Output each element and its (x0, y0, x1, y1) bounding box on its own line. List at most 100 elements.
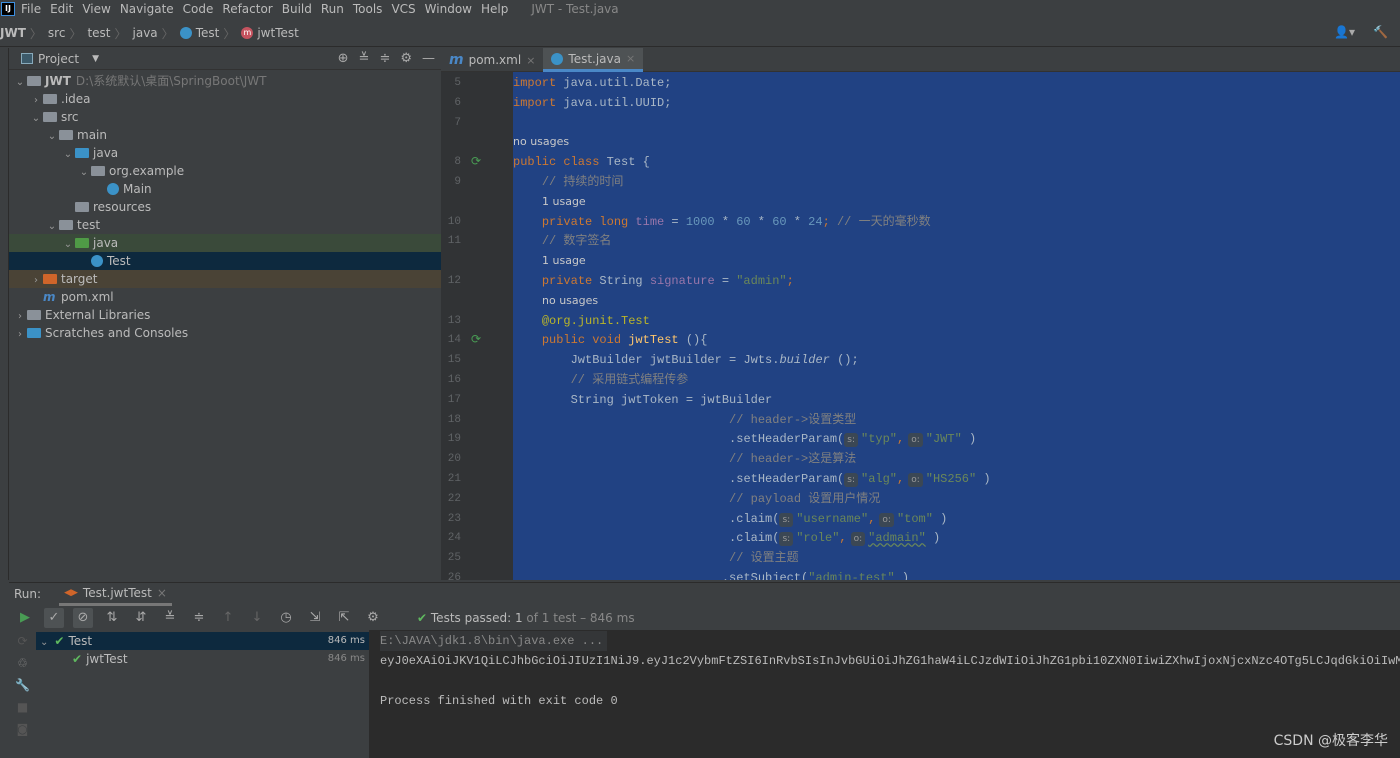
menu-run[interactable]: Run (321, 2, 344, 16)
run-test-icon[interactable]: ⟳ (471, 332, 481, 346)
menu-view[interactable]: View (82, 2, 110, 16)
test-node-test[interactable]: ⌄ ✔ Test 846 ms (36, 632, 369, 650)
gear-icon[interactable]: ⚙ (400, 51, 412, 66)
expand-all-icon[interactable]: ≚ (359, 51, 370, 66)
libraries-icon (27, 310, 41, 320)
usages-hint[interactable]: no usages (542, 291, 598, 311)
history-icon[interactable]: ◷ (276, 608, 296, 628)
rerun-icon[interactable]: ▶ (15, 608, 35, 628)
debug-icon[interactable]: ⟳ (17, 634, 27, 648)
sort-duration-icon[interactable]: ⇵ (131, 608, 151, 628)
close-icon[interactable]: × (526, 54, 535, 67)
menu-file[interactable]: File (21, 2, 41, 16)
restore-layout-icon[interactable]: ♲ (17, 656, 28, 670)
usages-hint[interactable]: no usages (513, 132, 569, 152)
menu-help[interactable]: Help (481, 2, 508, 16)
camera-icon[interactable]: ◙ (17, 722, 29, 736)
menu-vcs[interactable]: VCS (391, 2, 415, 16)
crumb-class[interactable]: Test (196, 26, 220, 40)
crumb-separator: 〉 (114, 26, 127, 41)
tree-item-java[interactable]: ⌄ java (9, 234, 441, 252)
chevron-right-icon[interactable]: › (13, 326, 27, 344)
chevron-down-icon[interactable]: ⌄ (40, 637, 48, 648)
parameter-hint: o: (908, 433, 923, 448)
crumb-separator: 〉 (29, 26, 42, 41)
menu-tools[interactable]: Tools (353, 2, 383, 16)
folder-icon (43, 94, 57, 104)
user-icon[interactable]: 👤▾ (1334, 25, 1355, 39)
close-icon[interactable]: × (157, 586, 167, 600)
wrench-icon[interactable]: 🔧 (15, 678, 30, 692)
minimize-icon[interactable]: — (422, 51, 435, 66)
menu-window[interactable]: Window (425, 2, 472, 16)
tree-item-org-example[interactable]: ⌄ org.example (9, 162, 441, 180)
run-tab[interactable]: ◀▶ Test.jwtTest × (59, 583, 172, 606)
tree-item-target[interactable]: › target (9, 270, 441, 288)
import-tests-icon[interactable]: ⇲ (305, 608, 325, 628)
intellij-logo: IJ (1, 2, 15, 16)
test-node-jwttest[interactable]: ✔ jwtTest 846 ms (36, 650, 369, 668)
tree-item-resources[interactable]: resources (9, 198, 441, 216)
parameter-hint: o: (879, 512, 894, 527)
tree-item-pom-xml[interactable]: m pom.xml (9, 288, 441, 306)
crumb-test[interactable]: test (87, 26, 110, 40)
expand-all-icon[interactable]: ≚ (160, 608, 180, 628)
crumb-project[interactable]: JWT (0, 26, 26, 40)
locate-icon[interactable]: ⊕ (338, 51, 349, 66)
tree-item-src[interactable]: ⌄ src (9, 108, 441, 126)
crumb-src[interactable]: src (48, 26, 66, 40)
code-token: // 设置主题 (729, 551, 799, 566)
maven-icon: m (449, 52, 464, 68)
menu-navigate[interactable]: Navigate (120, 2, 174, 16)
usages-hint[interactable]: 1 usage (542, 192, 586, 212)
collapse-all-icon[interactable]: ≑ (189, 608, 209, 628)
tree-item-test[interactable]: ⌄ test (9, 216, 441, 234)
tree-item-main[interactable]: Main (9, 180, 441, 198)
tab-test-java[interactable]: Test.java × (543, 48, 644, 72)
close-icon[interactable]: × (626, 52, 635, 65)
line-number: 5 (454, 77, 461, 89)
show-passed-icon[interactable]: ✓ (44, 607, 64, 628)
menu-edit[interactable]: Edit (50, 2, 73, 16)
crumb-method[interactable]: jwtTest (257, 26, 298, 40)
menu-build[interactable]: Build (282, 2, 312, 16)
menu-code[interactable]: Code (183, 2, 214, 16)
export-tests-icon[interactable]: ⇱ (334, 608, 354, 628)
code-line: // 设置主题 (513, 548, 799, 568)
menu-refactor[interactable]: Refactor (222, 2, 272, 16)
tree-item--idea[interactable]: › .idea (9, 90, 441, 108)
test-run-icon: ◀▶ (64, 587, 78, 598)
package-icon (91, 166, 105, 176)
project-view-selector[interactable]: Project ▼ (21, 52, 99, 66)
tree-item-main[interactable]: ⌄ main (9, 126, 441, 144)
sort-alpha-icon[interactable]: ⇅ (102, 608, 122, 628)
tab-pom-xml[interactable]: m pom.xml × (441, 48, 543, 72)
tree-item-external-libraries[interactable]: › External Libraries (9, 306, 441, 324)
source-folder-icon (75, 148, 89, 158)
code-token: // 持续的时间 (541, 175, 624, 189)
tree-item-jwt[interactable]: ⌄ JWT D:\系统默认\桌面\SpringBoot\JWT (9, 72, 441, 90)
code-editor[interactable]: import java.util.Date; import java.util.UUI… (513, 72, 1400, 580)
code-token: ) (983, 472, 991, 486)
next-failed-icon[interactable]: ↓ (247, 608, 267, 628)
prev-failed-icon[interactable]: ↑ (218, 608, 238, 628)
gear-icon[interactable]: ⚙ (363, 608, 383, 628)
crumb-java[interactable]: java (133, 26, 158, 40)
usages-hint[interactable]: 1 usage (542, 251, 586, 271)
code-token: .claim( (513, 511, 780, 526)
tree-item-java[interactable]: ⌄ java (9, 144, 441, 162)
scratches-icon (27, 328, 41, 338)
status-prefix: Tests passed: (430, 610, 512, 625)
run-label: Run: (14, 587, 42, 601)
build-hammer-icon[interactable]: 🔨 (1373, 25, 1388, 39)
run-test-icon[interactable]: ⟳ (471, 154, 481, 168)
stop-icon[interactable]: ■ (17, 700, 28, 714)
console-output[interactable]: E:\JAVA\jdk1.8\bin\java.exe ... eyJ0eXAiO… (369, 630, 1400, 758)
tree-item-label: pom.xml (61, 290, 114, 304)
tree-item-test[interactable]: Test (9, 252, 441, 270)
tree-item-label: main (77, 128, 107, 142)
show-ignored-icon[interactable]: ⊘ (73, 607, 93, 628)
collapse-all-icon[interactable]: ≑ (379, 51, 390, 66)
tree-item-scratches-and-consoles[interactable]: › Scratches and Consoles (9, 324, 441, 342)
